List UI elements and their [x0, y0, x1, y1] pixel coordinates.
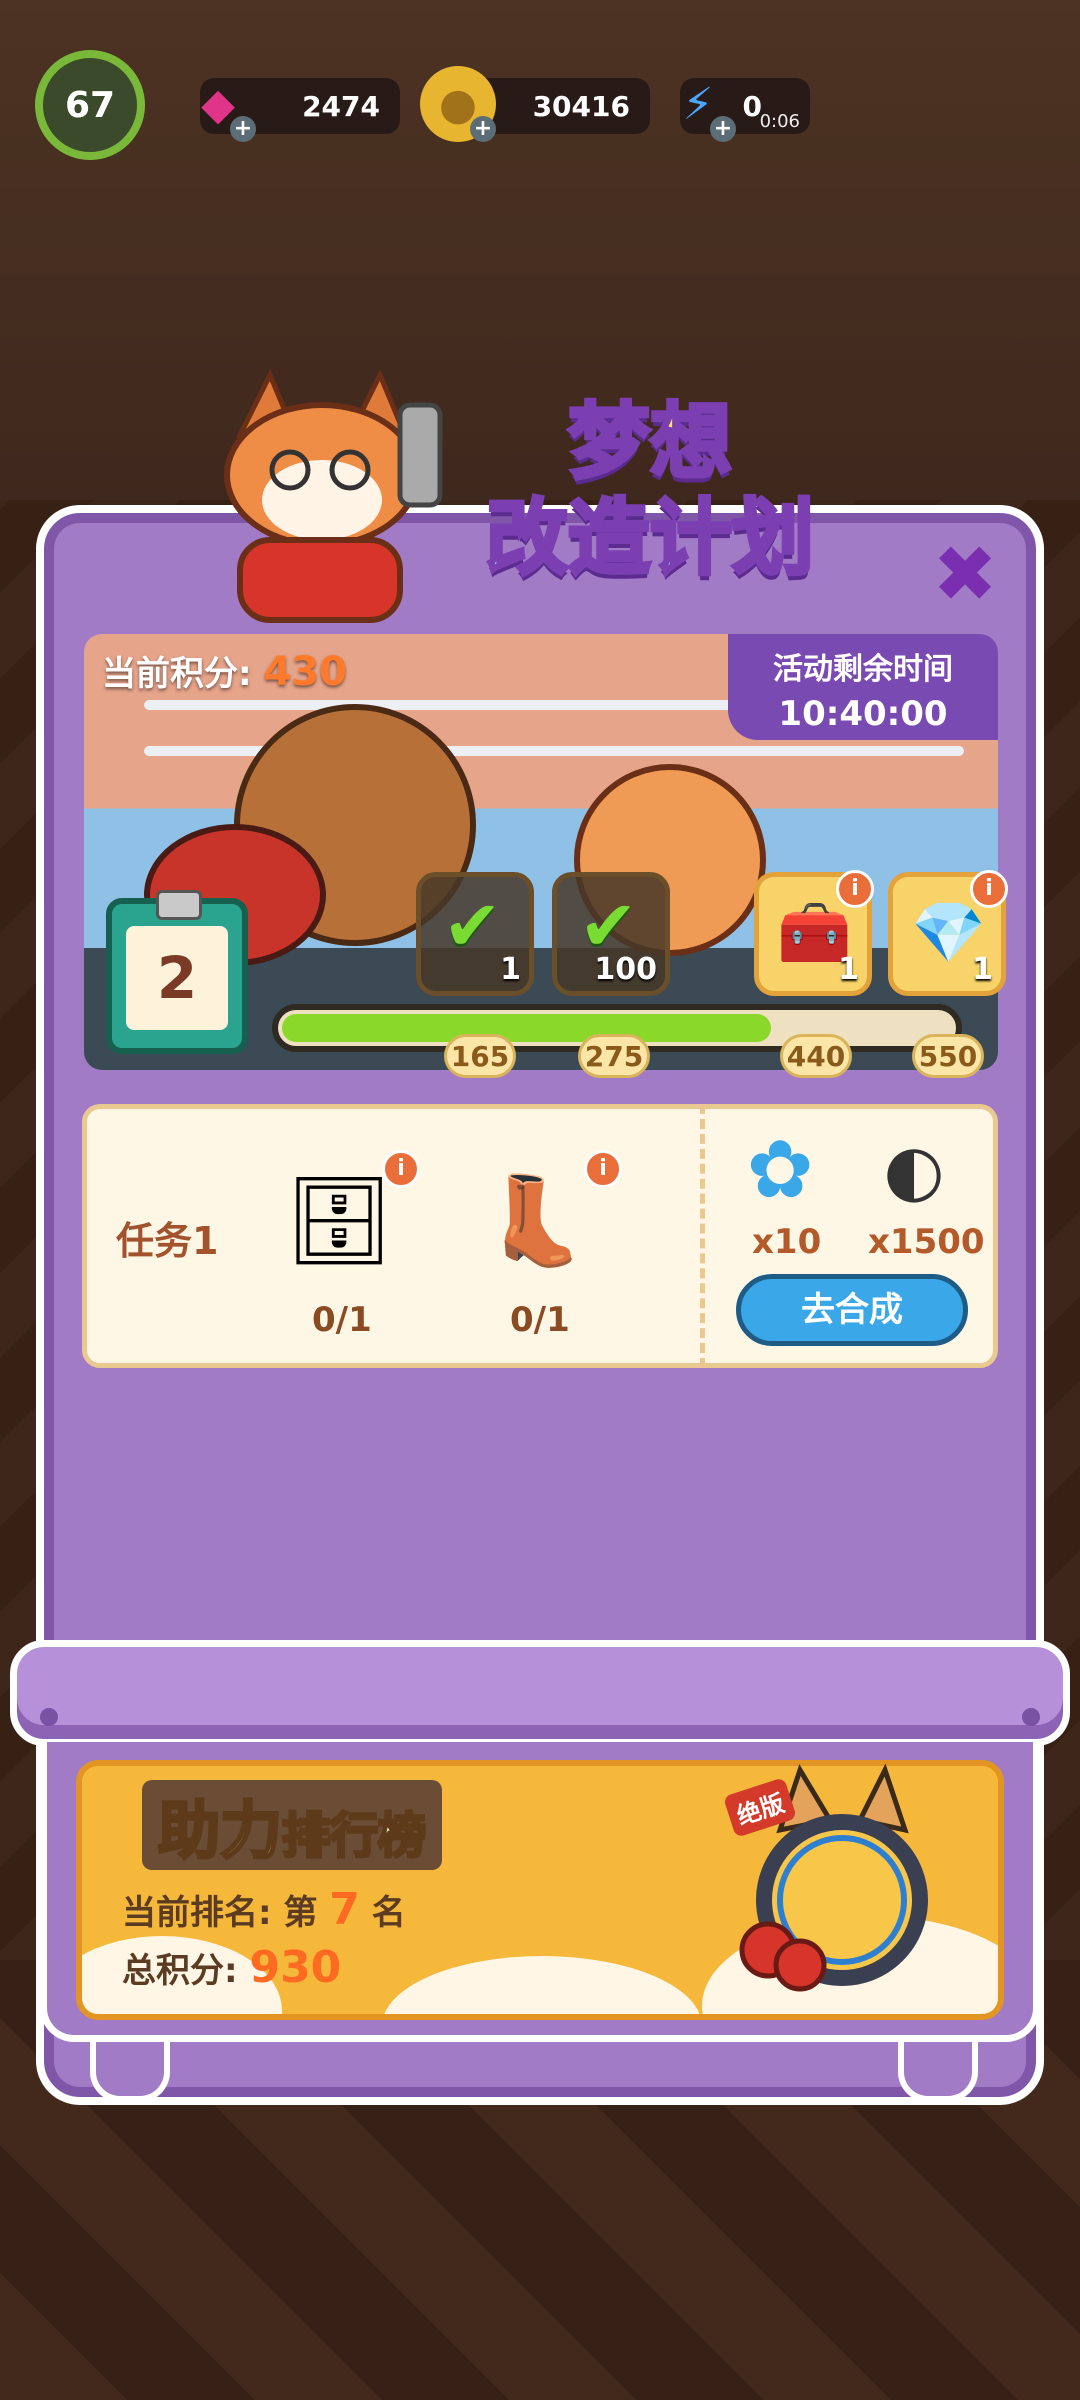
- info-icon[interactable]: i: [836, 870, 874, 908]
- event-timer: 活动剩余时间 10:40:00: [728, 634, 998, 740]
- current-score-value: 430: [263, 649, 347, 695]
- rank-label: 当前排名:: [122, 1893, 272, 1933]
- panel-leg: [898, 2042, 978, 2102]
- fox-mascot-icon: [224, 368, 443, 623]
- event-title-line2: 改造计划: [484, 489, 816, 588]
- energy-counter[interactable]: ⚡ + 0 0:06: [680, 78, 810, 142]
- task-item-count: 0/1: [312, 1300, 372, 1340]
- glass-cabinet-icon[interactable]: 🗄: [284, 1166, 394, 1276]
- task-reward-qty: x1500: [868, 1222, 985, 1262]
- blue-flower-icon: ✿: [746, 1123, 814, 1216]
- energy-timer: 0:06: [759, 111, 800, 132]
- cloud-decoration: [382, 1956, 702, 2014]
- milestone-reward-2[interactable]: ✔ 100: [552, 872, 670, 996]
- current-score: 当前积分: 430: [102, 646, 347, 695]
- reward-qty: 1: [500, 952, 521, 987]
- rank-suffix: 名: [371, 1893, 406, 1933]
- task-reward-qty: x10: [752, 1222, 822, 1262]
- shelf-rivet: [1022, 1708, 1040, 1726]
- boots-icon[interactable]: 👢: [480, 1166, 590, 1276]
- event-timer-value: 10:40:00: [778, 694, 948, 734]
- close-icon[interactable]: ✖: [930, 536, 1000, 614]
- coins-counter[interactable]: ● + 30416: [420, 66, 650, 142]
- go-synthesize-button[interactable]: 去合成: [736, 1274, 968, 1346]
- sunflower-seeds-icon: ◐: [883, 1129, 945, 1211]
- reward-qty: 100: [594, 952, 657, 987]
- event-title-line1: 梦想: [566, 393, 734, 492]
- panel-leg: [90, 2042, 170, 2102]
- info-icon[interactable]: i: [382, 1150, 420, 1188]
- task-divider: [700, 1104, 705, 1368]
- rank-prefix: 第: [283, 1893, 318, 1933]
- check-icon: ✔: [443, 885, 502, 967]
- event-timer-label: 活动剩余时间: [773, 652, 953, 687]
- milestone-label: 165: [444, 1034, 516, 1078]
- reward-qty: 1: [972, 952, 993, 987]
- event-title: 梦想 改造计划: [460, 393, 840, 588]
- gems-counter[interactable]: ◆ + 2474: [200, 78, 400, 142]
- info-icon[interactable]: i: [584, 1150, 622, 1188]
- rank-value: 7: [329, 1884, 360, 1935]
- milestone-label: 440: [780, 1034, 852, 1078]
- level-badge[interactable]: 67: [35, 50, 145, 160]
- total-value: 930: [249, 1942, 342, 1993]
- score-progress-fill: [282, 1014, 772, 1042]
- leaderboard-title-small: 排行榜: [281, 1807, 428, 1866]
- total-label: 总积分:: [122, 1951, 238, 1991]
- panel-shelf: [10, 1640, 1070, 1746]
- level-value: 67: [64, 84, 116, 126]
- coins-value: 30416: [532, 89, 630, 123]
- clip-icon: [156, 890, 202, 920]
- leaderboard-title: 助力排行榜: [142, 1780, 443, 1870]
- current-rank: 当前排名: 第 7 名: [122, 1884, 406, 1935]
- info-icon[interactable]: i: [970, 870, 1008, 908]
- gems-value: 2474: [302, 89, 380, 123]
- current-score-label: 当前积分:: [102, 654, 252, 694]
- add-coins-icon[interactable]: +: [470, 116, 496, 142]
- add-gems-icon[interactable]: +: [230, 116, 256, 142]
- milestone-label: 275: [578, 1034, 650, 1078]
- top-resource-bar: 67 ◆ + 2474 ● + 30416 ⚡ + 0 0:06: [30, 50, 1050, 170]
- shelf-rivet: [40, 1708, 58, 1726]
- stage-clipboard: 2: [106, 890, 248, 1054]
- total-score: 总积分: 930: [122, 1942, 341, 1993]
- milestone-label: 550: [912, 1034, 984, 1078]
- milestone-reward-1[interactable]: ✔ 1: [416, 872, 534, 996]
- reward-qty: 1: [838, 952, 859, 987]
- leaderboard-title-big: 助力: [156, 1793, 283, 1869]
- stage-number: 2: [126, 926, 228, 1030]
- add-energy-icon[interactable]: +: [710, 116, 736, 142]
- task-item-count: 0/1: [510, 1300, 570, 1340]
- task-title: 任务1: [116, 1219, 219, 1263]
